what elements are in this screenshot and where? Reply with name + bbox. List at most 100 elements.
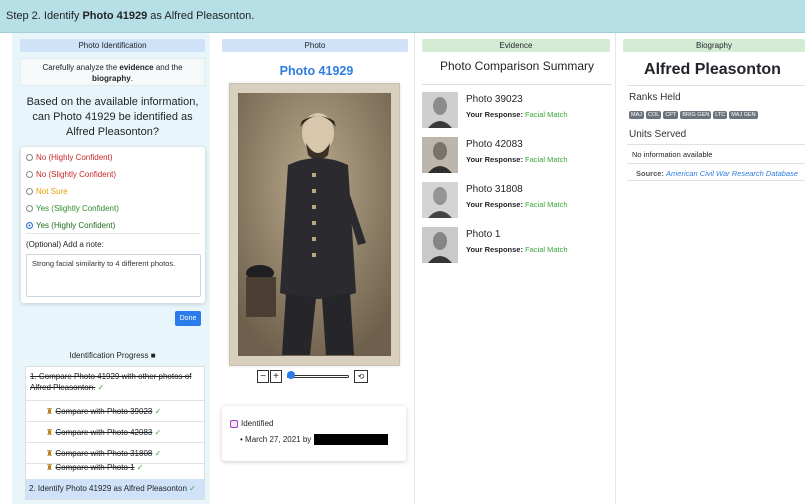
clipboard-icon: ■	[150, 351, 156, 360]
instructions: Carefully analyze the evidence and the b…	[20, 58, 205, 86]
response-value: Facial Match	[525, 110, 568, 119]
identification-column: Photo Identification Carefully analyze t…	[12, 33, 210, 504]
evidence-thumbnail[interactable]	[422, 227, 458, 263]
biography-name: Alfred Pleasonton	[644, 61, 781, 78]
source-divider	[627, 163, 805, 164]
radio-not-sure[interactable]	[26, 188, 33, 195]
check-icon: ✓	[154, 407, 162, 416]
source-link[interactable]: American Civil War Research Database	[666, 169, 798, 178]
biography-column: Biography Alfred Pleasonton Ranks Held M…	[620, 33, 805, 504]
evidence-item[interactable]: Photo 1 Your Response: Facial Match	[422, 227, 612, 263]
progress-sub-label: Compare with Photo 39023	[55, 407, 153, 416]
soldier-photo	[238, 93, 391, 356]
option-label: No (Highly Confident)	[36, 153, 113, 162]
note-label: (Optional) Add a note:	[26, 240, 104, 249]
progress-sub-label: Compare with Photo 1	[55, 463, 135, 472]
units-label: Units Served	[629, 129, 687, 140]
zoom-out-button[interactable]: −	[257, 370, 269, 383]
radio-yes-highly[interactable]	[26, 222, 33, 229]
identification-question: Based on the available information, can …	[26, 96, 199, 138]
option-label: Yes (Highly Confident)	[36, 221, 116, 230]
response-label: Your Response:	[466, 200, 523, 209]
radio-no-slightly[interactable]	[26, 171, 33, 178]
source-label: Source:	[636, 169, 664, 178]
rank-badge: CPT	[663, 111, 679, 119]
progress-title: Identification Progress ■	[20, 351, 205, 360]
progress-sub-label: Compare with Photo 42083	[55, 428, 153, 437]
instr-text: Carefully analyze the	[42, 63, 120, 72]
check-icon: ✓	[136, 463, 144, 472]
column-divider	[414, 33, 415, 504]
options-panel: No (Highly Confident) No (Slightly Confi…	[21, 147, 205, 303]
rank-badge: BRIG GEN	[680, 111, 712, 119]
check-icon: ✓	[97, 383, 105, 392]
evidence-response: Your Response: Facial Match	[466, 155, 568, 164]
reset-zoom-button[interactable]: ⟲	[354, 370, 368, 383]
option-no-slightly[interactable]: No (Slightly Confident)	[26, 170, 116, 179]
ranks-label: Ranks Held	[629, 92, 681, 103]
zoom-controls: − + ⟲	[257, 370, 377, 385]
id-badge-icon	[230, 419, 238, 428]
option-label: Not Sure	[36, 187, 68, 196]
option-not-sure[interactable]: Not Sure	[26, 187, 68, 196]
identified-date: March 27, 2021 by	[245, 435, 312, 444]
radio-yes-slightly[interactable]	[26, 205, 33, 212]
ranks-badges: MAJ COL CPT BRIG GEN LTC MAJ GEN	[629, 111, 758, 119]
instr-end: .	[130, 74, 133, 83]
source-bottom-divider	[627, 180, 805, 181]
trophy-icon: ♜	[46, 428, 54, 437]
progress-step-1-label: 1. Compare Photo 41929 with other photos…	[30, 372, 192, 392]
option-yes-slightly[interactable]: Yes (Slightly Confident)	[26, 204, 119, 213]
evidence-thumbnail[interactable]	[422, 137, 458, 173]
radio-no-highly[interactable]	[26, 154, 33, 161]
check-icon: ✓	[154, 449, 162, 458]
evidence-column: Evidence Photo Comparison Summary Photo …	[419, 33, 615, 504]
evidence-item[interactable]: Photo 31808 Your Response: Facial Match	[422, 182, 612, 218]
rank-badge: LTC	[713, 111, 728, 119]
biography-source: Source: American Civil War Research Data…	[636, 169, 798, 178]
response-label: Your Response:	[466, 155, 523, 164]
progress-sub-2[interactable]: ♜ Compare with Photo 42083 ✓	[26, 423, 204, 443]
evidence-thumbnail[interactable]	[422, 182, 458, 218]
biography-divider	[627, 85, 805, 86]
response-value: Facial Match	[525, 155, 568, 164]
response-label: Your Response:	[466, 110, 523, 119]
option-label: Yes (Slightly Confident)	[36, 204, 119, 213]
photo-header: Photo	[222, 39, 408, 52]
done-button[interactable]: Done	[175, 311, 201, 326]
progress-title-text: Identification Progress	[69, 351, 149, 360]
zoom-slider[interactable]	[287, 375, 349, 378]
evidence-response: Your Response: Facial Match	[466, 110, 568, 119]
photo-viewer[interactable]	[229, 83, 400, 366]
progress-step-2-label: 2. Identify Photo 41929 as Alfred Pleaso…	[29, 484, 187, 493]
response-value: Facial Match	[525, 200, 568, 209]
option-no-highly[interactable]: No (Highly Confident)	[26, 153, 112, 162]
progress-panel: 1. Compare Photo 41929 with other photos…	[25, 366, 205, 500]
evidence-thumbnail[interactable]	[422, 92, 458, 128]
app-root: Step 2. Identify Photo 41929 as Alfred P…	[0, 0, 805, 504]
trophy-icon: ♜	[46, 463, 54, 472]
evidence-divider	[422, 84, 612, 85]
zoom-in-button[interactable]: +	[270, 370, 282, 383]
identified-entry: • March 27, 2021 by	[240, 434, 389, 445]
identification-header: Photo Identification	[20, 39, 205, 52]
option-yes-highly[interactable]: Yes (Highly Confident)	[26, 221, 115, 230]
progress-sub-1[interactable]: ♜ Compare with Photo 39023 ✓	[26, 402, 204, 422]
progress-sub-4[interactable]: ♜ Compare with Photo 1 ✓	[26, 458, 204, 478]
units-value: No information available	[632, 150, 713, 159]
identified-card: Identified • March 27, 2021 by	[222, 406, 406, 461]
evidence-item[interactable]: Photo 42083 Your Response: Facial Match	[422, 137, 612, 173]
evidence-item[interactable]: Photo 39023 Your Response: Facial Match	[422, 92, 612, 128]
check-icon: ✓	[154, 428, 162, 437]
identified-title: Identified	[230, 419, 273, 428]
progress-step-2[interactable]: 2. Identify Photo 41929 as Alfred Pleaso…	[26, 479, 204, 499]
trophy-icon: ♜	[46, 407, 54, 416]
progress-step-1[interactable]: 1. Compare Photo 41929 with other photos…	[26, 367, 204, 401]
photo-title: Photo 41929	[279, 64, 354, 78]
progress-sub-label: Compare with Photo 31808	[55, 449, 153, 458]
evidence-photo-name: Photo 1	[466, 229, 501, 240]
evidence-header: Evidence	[422, 39, 610, 52]
note-input[interactable]: Strong facial similarity to 4 different …	[26, 254, 201, 297]
instr-text-mid: and the	[153, 63, 183, 72]
evidence-response: Your Response: Facial Match	[466, 245, 568, 254]
